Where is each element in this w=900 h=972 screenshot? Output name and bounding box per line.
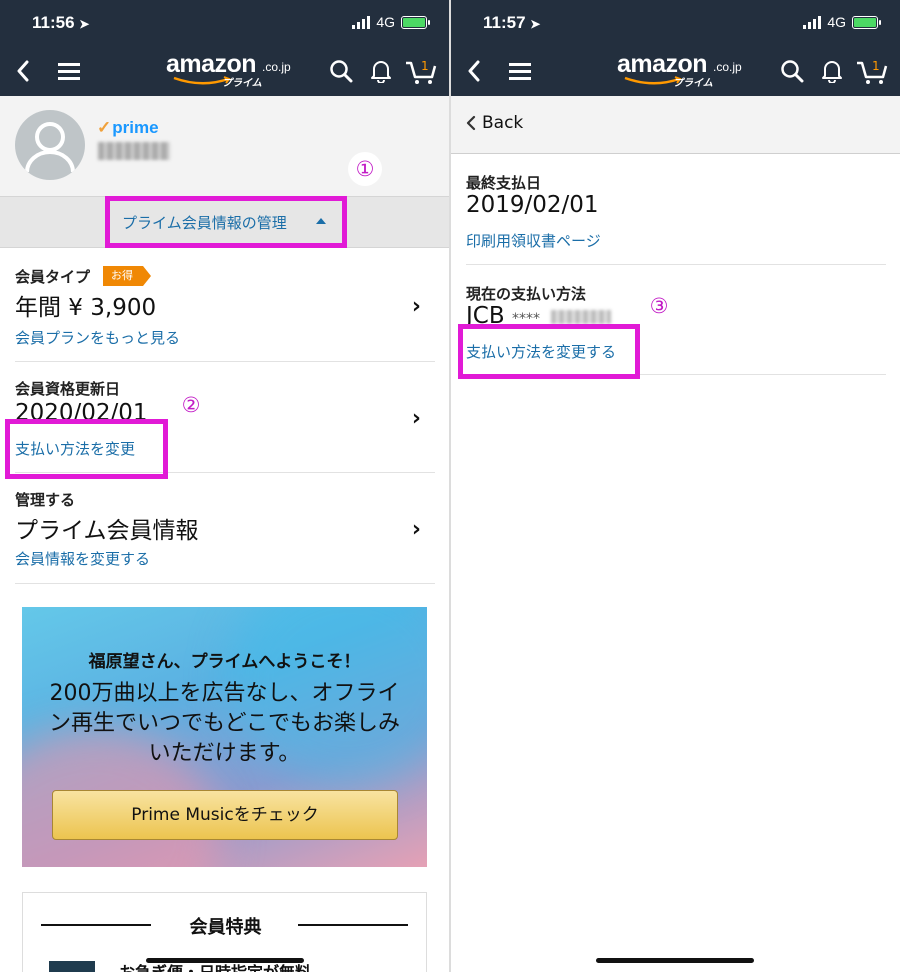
highlight-box-1: [105, 196, 347, 248]
highlight-box-2: [5, 419, 168, 479]
search-icon[interactable]: [777, 56, 807, 86]
comparison-screens: 11:56 ➤ 4G amazon .co.jp プライム 1 ✓prime ①…: [0, 0, 900, 972]
status-time: 11:57 ➤: [483, 13, 540, 33]
avatar: [15, 110, 85, 180]
menu-icon[interactable]: [505, 56, 535, 86]
divider: [466, 264, 886, 265]
annotation-circle-3: ③: [642, 289, 676, 323]
deal-tag: お得: [103, 266, 151, 286]
nav-row: amazon .co.jp プライム 1: [0, 50, 449, 89]
svg-text:1: 1: [872, 59, 880, 73]
back-bar: Back: [451, 96, 900, 154]
delivery-box-icon: [49, 961, 95, 972]
status-time-text: 11:56: [32, 13, 75, 32]
status-time-text: 11:57: [483, 13, 526, 32]
banner-title: 福原望さん、プライムへようこそ！: [88, 652, 361, 672]
back-button[interactable]: Back: [466, 113, 523, 133]
status-indicators: 4G: [803, 14, 881, 30]
chevron-right-icon: ›: [411, 406, 421, 431]
manage-label: 管理する: [15, 491, 76, 509]
logo-sub: プライム: [222, 78, 262, 89]
annotation-circle-1: ①: [348, 152, 382, 186]
location-icon: ➤: [79, 17, 90, 31]
title-rule: [298, 924, 408, 926]
back-arrow-icon[interactable]: [459, 56, 489, 86]
profile-header: ✓prime ①: [0, 96, 449, 196]
status-indicators: 4G: [352, 14, 430, 30]
bell-icon[interactable]: [817, 56, 847, 86]
membership-type-row[interactable]: 会員タイプ お得 年間 ¥ 3,900 会員プランをもっと見る ›: [15, 266, 435, 356]
divider: [15, 583, 435, 584]
menu-icon[interactable]: [54, 56, 84, 86]
benefits-title: 会員特典: [189, 917, 262, 938]
amazon-logo[interactable]: amazon .co.jp プライム: [164, 50, 294, 89]
renewal-label: 会員資格更新日: [15, 380, 121, 398]
prime-badge: ✓prime: [97, 118, 159, 138]
membership-price: 年間 ¥ 3,900: [15, 295, 157, 321]
manage-row[interactable]: 管理する プライム会員情報 会員情報を変更する ›: [15, 489, 435, 579]
prime-label: prime: [112, 118, 159, 137]
left-screen: 11:56 ➤ 4G amazon .co.jp プライム 1 ✓prime ①…: [0, 0, 449, 972]
nav-row: amazon .co.jp プライム 1: [451, 50, 900, 89]
receipt-link[interactable]: 印刷用領収書ページ: [466, 230, 601, 251]
home-indicator[interactable]: [146, 958, 304, 963]
membership-type-label: 会員タイプ: [15, 268, 91, 286]
svg-text:1: 1: [421, 59, 429, 73]
top-bar: 11:56 ➤ 4G amazon .co.jp プライム 1: [0, 0, 449, 96]
logo-tld: .co.jp: [713, 60, 742, 74]
back-arrow-icon[interactable]: [8, 56, 38, 86]
last-payment-date: 2019/02/01: [466, 192, 599, 218]
battery-icon: [852, 15, 881, 29]
amazon-logo[interactable]: amazon .co.jp プライム: [615, 50, 745, 89]
signal-icon: [352, 15, 371, 29]
banner-body: 200万曲以上を広告なし、オフライン再生でいつでもどこでもお楽しみいただけます。: [49, 681, 400, 766]
prime-music-button[interactable]: Prime Musicをチェック: [52, 790, 398, 840]
battery-icon: [401, 15, 430, 29]
right-screen: 11:57 ➤ 4G amazon .co.jp プライム 1 Back 最終支…: [451, 0, 900, 972]
check-icon: ✓: [97, 118, 112, 137]
change-member-info-link[interactable]: 会員情報を変更する: [15, 548, 150, 569]
last-payment-label: 最終支払日: [466, 174, 542, 192]
logo-tld: .co.jp: [262, 60, 291, 74]
chevron-right-icon: ›: [411, 294, 421, 319]
payment-method-label: 現在の支払い方法: [466, 285, 587, 303]
cart-icon[interactable]: 1: [404, 56, 440, 86]
highlight-box-3: [458, 324, 640, 379]
last-payment-row: 最終支払日 2019/02/01 印刷用領収書ページ: [466, 172, 886, 256]
bell-icon[interactable]: [366, 56, 396, 86]
blurred-user-name: [98, 142, 170, 160]
location-icon: ➤: [530, 17, 541, 31]
search-icon[interactable]: [326, 56, 356, 86]
divider: [15, 361, 435, 362]
prime-music-banner: 福原望さん、プライムへようこそ！ 200万曲以上を広告なし、オフライン再生でいつ…: [22, 607, 427, 867]
top-bar: 11:57 ➤ 4G amazon .co.jp プライム 1: [451, 0, 900, 96]
logo-sub: プライム: [673, 78, 713, 89]
manage-value: プライム会員情報: [15, 518, 199, 544]
home-indicator[interactable]: [596, 958, 754, 963]
more-plans-link[interactable]: 会員プランをもっと見る: [15, 327, 180, 348]
signal-icon: [803, 15, 822, 29]
blurred-card-number: [551, 309, 612, 324]
network-type: 4G: [376, 14, 395, 30]
cart-icon[interactable]: 1: [855, 56, 891, 86]
network-type: 4G: [827, 14, 846, 30]
back-label: Back: [482, 113, 524, 133]
status-time: 11:56 ➤: [32, 13, 89, 33]
chevron-left-icon: [466, 115, 476, 131]
annotation-circle-2: ②: [174, 388, 208, 422]
chevron-right-icon: ›: [411, 517, 421, 542]
